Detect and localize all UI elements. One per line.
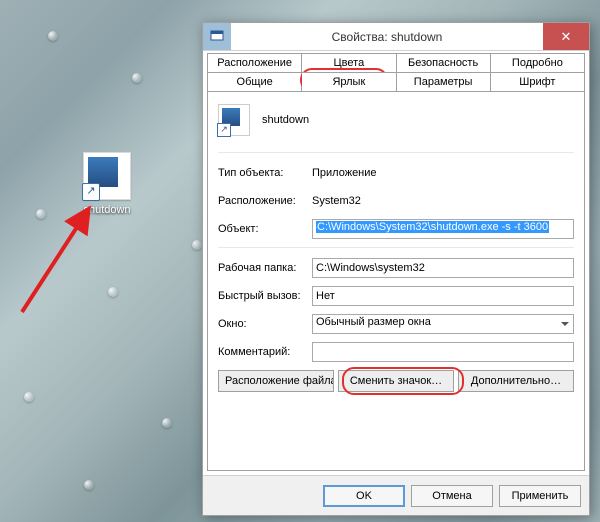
- close-button[interactable]: ✕: [543, 23, 589, 50]
- tab-shortcut[interactable]: Ярлык: [302, 72, 396, 91]
- desktop-shortcut-shutdown[interactable]: shutdown: [72, 152, 142, 216]
- window-title: Свойства: shutdown: [231, 23, 543, 50]
- comment-input[interactable]: [312, 342, 574, 362]
- open-file-location-button[interactable]: Расположение файла: [218, 370, 334, 392]
- tab-panel-shortcut: shutdown Тип объекта: Приложение Располо…: [207, 91, 585, 471]
- tab-options[interactable]: Параметры: [397, 72, 491, 91]
- label-location: Расположение:: [218, 195, 312, 207]
- ok-button[interactable]: OK: [323, 485, 405, 507]
- workdir-input[interactable]: [312, 258, 574, 278]
- shortcut-icon: [83, 152, 131, 200]
- label-workdir: Рабочая папка:: [218, 262, 312, 274]
- tab-location[interactable]: Расположение: [207, 53, 302, 72]
- close-icon: ✕: [561, 29, 572, 45]
- value-location: System32: [312, 195, 361, 207]
- label-runmode: Окно:: [218, 318, 312, 330]
- value-type: Приложение: [312, 167, 377, 179]
- label-target: Объект:: [218, 223, 312, 235]
- tab-colors[interactable]: Цвета: [302, 53, 396, 72]
- label-type: Тип объекта:: [218, 167, 312, 179]
- tab-font[interactable]: Шрифт: [491, 72, 585, 91]
- properties-dialog: Свойства: shutdown ✕ Расположение Цвета …: [202, 22, 590, 516]
- tab-details[interactable]: Подробно: [491, 53, 585, 72]
- tab-security[interactable]: Безопасность: [397, 53, 491, 72]
- label-comment: Комментарий:: [218, 346, 312, 358]
- advanced-button[interactable]: Дополнительно…: [458, 370, 574, 392]
- change-icon-button[interactable]: Сменить значок…: [338, 370, 454, 392]
- shortcut-label: shutdown: [72, 204, 142, 216]
- target-input[interactable]: C:\Windows\System32\shutdown.exe -s -t 3…: [312, 219, 574, 239]
- apply-button[interactable]: Применить: [499, 485, 581, 507]
- titlebar[interactable]: Свойства: shutdown ✕: [203, 23, 589, 51]
- hotkey-input[interactable]: [312, 286, 574, 306]
- tabs: Расположение Цвета Безопасность Подробно…: [203, 51, 589, 91]
- system-icon: [203, 23, 231, 50]
- runmode-select[interactable]: Обычный размер окна: [312, 314, 574, 334]
- cancel-button[interactable]: Отмена: [411, 485, 493, 507]
- shortcut-large-icon: [218, 104, 250, 136]
- shortcut-name: shutdown: [262, 114, 309, 126]
- label-hotkey: Быстрый вызов:: [218, 290, 312, 302]
- tab-general[interactable]: Общие: [207, 72, 302, 91]
- dialog-footer: OK Отмена Применить: [203, 475, 589, 515]
